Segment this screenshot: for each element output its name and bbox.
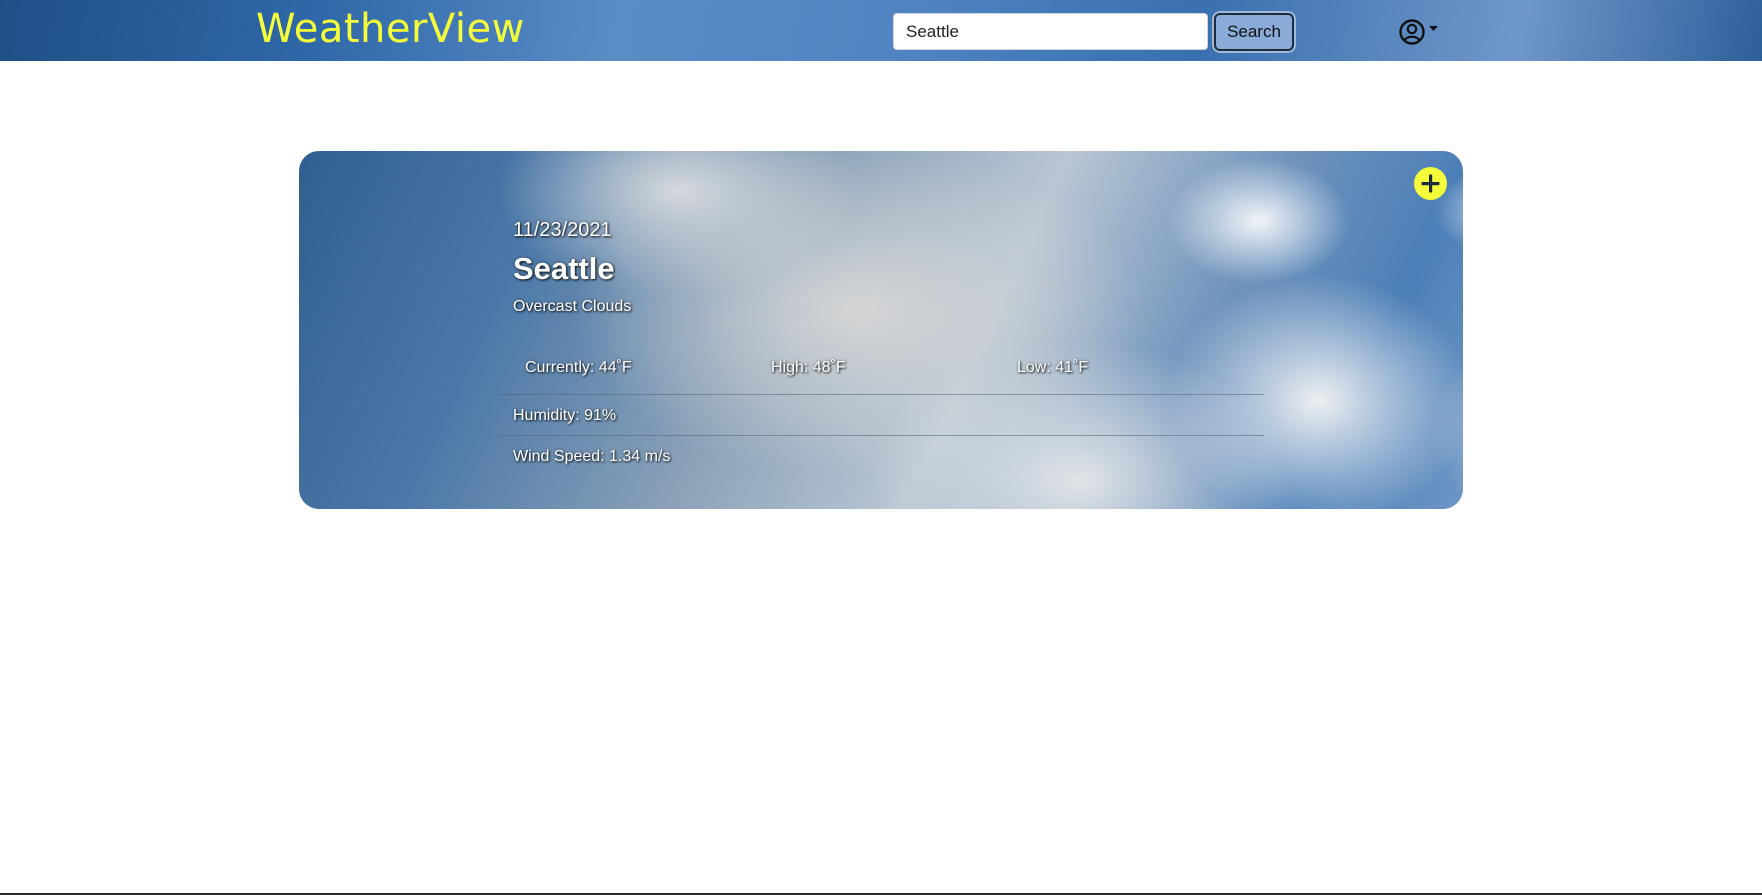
caret-down-icon [1429, 26, 1438, 31]
high-temperature: High: 48˚F [771, 359, 846, 376]
user-circle-icon [1399, 19, 1425, 45]
add-location-button[interactable] [1414, 167, 1447, 200]
divider [499, 435, 1264, 436]
user-menu-dropdown[interactable] [1399, 19, 1445, 47]
wind-speed-value: Wind Speed: 1.34 m/s [513, 448, 671, 465]
weather-description: Overcast Clouds [513, 298, 632, 315]
divider [499, 394, 1264, 395]
navbar: WeatherView Search [0, 0, 1762, 61]
humidity-value: Humidity: 91% [513, 407, 617, 424]
search-input[interactable] [893, 13, 1208, 50]
weather-city: Seattle [513, 251, 615, 286]
low-temperature: Low: 41˚F [1017, 359, 1089, 376]
search-button[interactable]: Search [1214, 13, 1294, 51]
weather-date: 11/23/2021 [513, 219, 612, 241]
current-temperature: Currently: 44˚F [525, 359, 632, 376]
weather-card [299, 151, 1463, 509]
plus-icon [1421, 174, 1440, 193]
brand-logo[interactable]: WeatherView [256, 6, 525, 52]
